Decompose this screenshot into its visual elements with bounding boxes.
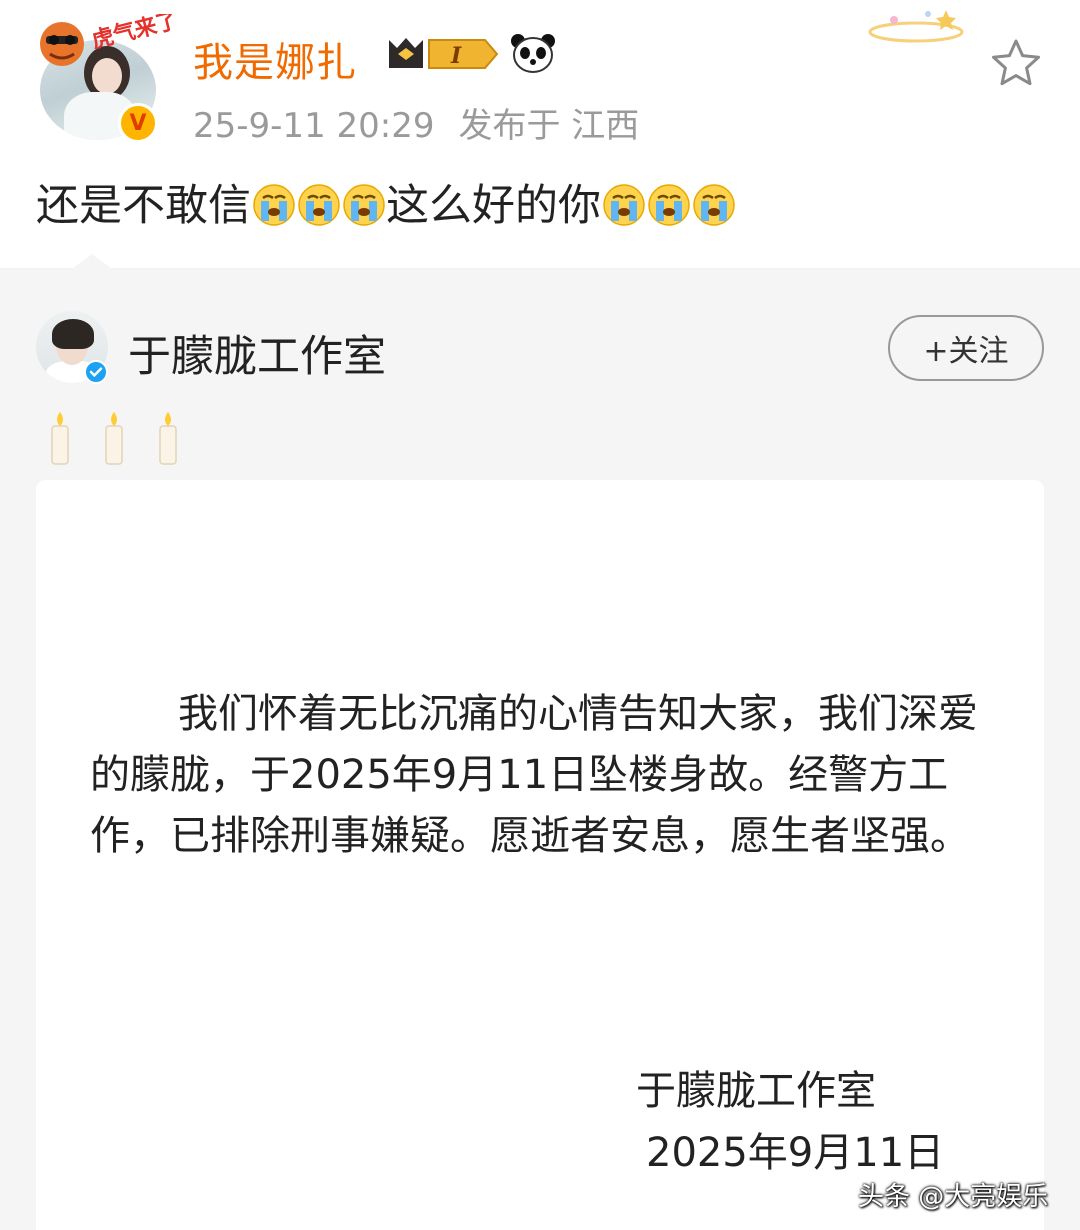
crying-emoji-group [601,177,736,227]
notice-date: 2025年9月11日 [646,1130,945,1176]
post-text-part1: 还是不敢信 [36,181,251,231]
candle-icon [102,410,126,466]
verified-badge-icon: V [118,103,158,143]
username[interactable]: 我是娜扎 [193,30,357,88]
repost-account-name[interactable]: 于朦胧工作室 [128,322,386,384]
candle-emoji-group [48,410,180,466]
crying-emoji-icon [252,183,296,227]
tiger-sticker-icon: 虎气来了 [40,14,172,66]
crying-emoji-icon [692,183,736,227]
notice-body: 我们怀着无比沉痛的心情告知大家，我们深爱的朦胧，于2025年9月11日坠楼身故。… [90,691,978,859]
favorite-star-icon[interactable] [990,38,1042,88]
candle-icon [156,410,180,466]
sticker-text: 虎气来了 [89,14,172,54]
verified-blue-icon [84,360,108,384]
candle-icon [48,410,72,466]
panda-icon [511,34,555,73]
post-text: 还是不敢信 这么好的你 [36,176,736,231]
post-timestamp: 25-9-11 20:29 [193,106,435,146]
post-text-part2: 这么好的你 [386,181,601,231]
post-location: 发布于 江西 [458,106,640,146]
post-card: 虎气来了 V 我是娜扎 I 25-9-11 20:29 发布于 江西 还是不敢信 … [0,0,1080,268]
crying-emoji-icon [647,183,691,227]
crying-emoji-icon [342,183,386,227]
post-meta: 25-9-11 20:29 发布于 江西 [193,98,639,147]
crying-emoji-icon [602,183,646,227]
vip-crown-badge-icon: I [389,38,499,69]
decoration-sparkle-icon [868,10,964,43]
badge-level: I [450,43,462,69]
notice-signature: 于朦胧工作室 [636,1068,876,1114]
crying-emoji-group [251,177,386,227]
crying-emoji-icon [297,183,341,227]
follow-button[interactable]: +关注 [888,315,1044,381]
watermark: 头条 @大亮娱乐 [858,1182,1049,1212]
